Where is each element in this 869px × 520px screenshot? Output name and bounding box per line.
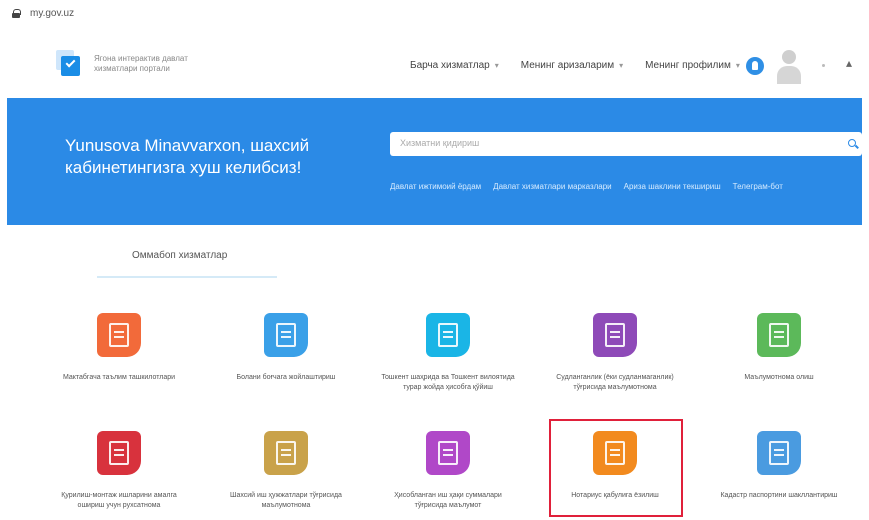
service-card-construction[interactable]: Қурилиш-монтаж ишларини амалга ошириш уч… (44, 431, 194, 511)
welcome-title: Yunusova Minavvarxon, шахсий кабинетинги… (65, 135, 365, 179)
site-header: Ягона интерактив давлат хизматлари порта… (0, 40, 869, 94)
nav-my-applications[interactable]: Менинг аризаларим ▾ (521, 60, 623, 71)
nav-label: Барча хизматлар (410, 60, 490, 71)
brand-line-1: Ягона интерактив давлат (94, 54, 188, 63)
certificate-icon (593, 313, 637, 357)
address-bar[interactable]: my.gov.uz (0, 0, 869, 26)
chevron-down-icon: ▾ (494, 61, 499, 70)
avatar[interactable] (776, 50, 802, 84)
chevron-down-icon: ▾ (735, 61, 740, 70)
service-label: Тошкент шаҳрида ва Тошкент вилоятида тур… (381, 374, 515, 391)
lock-icon (12, 8, 21, 18)
welcome-line-1: Yunusova Minavvarxon, шахсий (65, 136, 310, 155)
nav-label: Менинг профилим (645, 60, 731, 71)
document-check-icon (757, 431, 801, 475)
service-card-reference[interactable]: Маълумотнома олиш (704, 313, 854, 383)
nav-label: Менинг аризаларим (520, 60, 615, 71)
quick-link[interactable]: Телеграм-бот (733, 182, 783, 191)
search-input[interactable]: Хизматни қидириш (390, 132, 862, 156)
service-card-cadastre[interactable]: Кадастр паспортини шакллантириш (704, 431, 854, 501)
chevron-down-icon: ▾ (619, 61, 624, 70)
url-text[interactable]: my.gov.uz (30, 8, 74, 19)
quick-links: Давлат ижтимоий ёрдам Давлат хизматлари … (390, 182, 795, 191)
service-card-salary[interactable]: Ҳисобланган иш ҳақи суммалари тўғрисида … (373, 431, 523, 511)
main-nav: Барча хизматлар ▾ Менинг аризаларим ▾ Мени… (410, 60, 762, 71)
welcome-line-2: кабинетингизга хуш келибсиз! (65, 158, 302, 177)
brand-name[interactable]: Ягона интерактив давлат хизматлари порта… (94, 54, 214, 74)
service-label: Кадастр паспортини шакллантириш (720, 492, 838, 499)
welcome-banner: Yunusova Minavvarxon, шахсий кабинетинги… (7, 98, 862, 225)
service-label: Болани боғчага жойлаштириш (236, 374, 336, 381)
service-label: Шахсий иш ҳужжатлари тўғрисида маълумотн… (230, 492, 342, 509)
building-icon (264, 313, 308, 357)
nav-all-services[interactable]: Барча хизматлар ▾ (410, 60, 499, 71)
service-label: Судланганлик (ёки судланмаганлик) тўғрис… (556, 374, 674, 391)
map-document-icon (757, 313, 801, 357)
active-tab-indicator (97, 276, 277, 278)
service-tabs: Оммабоп хизматлар (7, 236, 862, 280)
quick-link[interactable]: Ариза шаклини текшириш (624, 182, 721, 191)
graduation-cap-icon (97, 313, 141, 357)
service-card-personal-file[interactable]: Шахсий иш ҳужжатлари тўғрисида маълумотн… (211, 431, 361, 511)
quick-link[interactable]: Давлат ижтимоий ёрдам (390, 182, 481, 191)
service-card-residence[interactable]: Тошкент шаҳрида ва Тошкент вилоятида тур… (373, 313, 523, 393)
search-icon[interactable] (848, 139, 856, 147)
document-icon (426, 313, 470, 357)
nav-my-profile[interactable]: Менинг профилим ▾ (645, 60, 740, 71)
service-card-criminal-record[interactable]: Судланганлик (ёки судланмаганлик) тўғрис… (540, 313, 690, 393)
service-label: Маълумотнома олиш (744, 374, 814, 381)
tab-popular-services[interactable]: Оммабоп хизматлар (132, 250, 227, 261)
service-label: Ҳисобланган иш ҳақи суммалари тўғрисида … (394, 492, 502, 509)
brand-line-2: хизматлари портали (94, 64, 170, 73)
tools-icon (97, 431, 141, 475)
id-document-icon (264, 431, 308, 475)
notification-icon[interactable] (746, 57, 764, 75)
service-label: Қурилиш-монтаж ишларини амалга ошириш уч… (61, 492, 177, 509)
menu-chevron-icon[interactable]: ▴ (846, 56, 852, 70)
search-placeholder: Хизматни қидириш (400, 138, 480, 148)
selection-highlight (549, 419, 683, 517)
service-label: Мактабгача таълим ташкилотлари (62, 374, 176, 381)
service-card-kindergarten[interactable]: Болани боғчага жойлаштириш (211, 313, 361, 383)
phone-document-icon (426, 431, 470, 475)
service-card-preschool[interactable]: Мактабгача таълим ташкилотлари (44, 313, 194, 383)
status-dot-icon (822, 64, 825, 67)
quick-link[interactable]: Давлат хизматлари марказлари (493, 182, 611, 191)
portal-logo[interactable] (56, 50, 80, 76)
